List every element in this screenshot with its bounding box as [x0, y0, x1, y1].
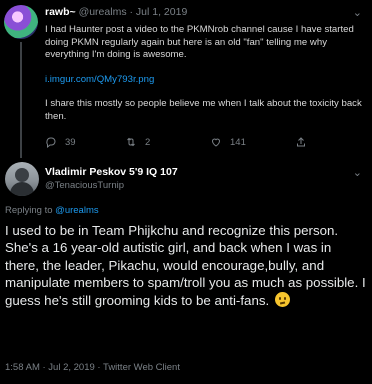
replying-to: Replying to @urealms [5, 205, 99, 216]
display-name[interactable]: Vladimir Peskov 5'9 IQ 107 [45, 166, 178, 178]
tweet-body: I used to be in Team Phijkchu and recogn… [5, 223, 366, 308]
share-button[interactable] [295, 136, 307, 148]
avatar[interactable] [5, 162, 39, 196]
separator: · [129, 6, 134, 18]
share-icon [297, 137, 305, 147]
action-bar: 39 2 141 [45, 136, 345, 150]
replying-to-handle[interactable]: @urealms [55, 205, 98, 216]
tweet-meta[interactable]: 1:58 AM · Jul 2, 2019 · Twitter Web Clie… [5, 362, 180, 373]
retweet-count: 2 [145, 136, 151, 148]
chevron-down-icon[interactable]: ⌄ [353, 6, 362, 19]
parent-tweet[interactable]: rawb~ @urealms · Jul 1, 2019 ⌄ I had Hau… [0, 0, 372, 158]
handle[interactable]: @TenaciousTurnip [45, 180, 124, 191]
like-count: 141 [230, 136, 246, 148]
tweet-paragraph: I had Haunter post a video to the PKMNro… [45, 24, 354, 60]
tweet-header: rawb~ @urealms · Jul 1, 2019 [45, 6, 187, 18]
display-name[interactable]: rawb~ [45, 6, 76, 18]
retweet-icon [127, 137, 135, 147]
reply-count: 39 [65, 136, 76, 148]
confused-face-icon [274, 291, 290, 307]
tweet-link[interactable]: i.imgur.com/QMy793r.png [45, 74, 154, 85]
tweet-text: I had Haunter post a video to the PKMNro… [45, 24, 363, 135]
thread-line [20, 42, 22, 158]
chevron-down-icon[interactable]: ⌄ [353, 166, 362, 179]
heart-icon [211, 138, 221, 147]
replying-prefix: Replying to [5, 205, 56, 216]
like-button[interactable]: 141 [210, 136, 246, 148]
handle[interactable]: @urealms [79, 6, 127, 18]
tweet-date[interactable]: Jul 1, 2019 [136, 6, 187, 18]
reply-icon [46, 137, 56, 148]
tweet-paragraph: I share this mostly so people believe me… [45, 98, 362, 122]
retweet-button[interactable]: 2 [125, 136, 150, 148]
reply-button[interactable]: 39 [45, 136, 76, 148]
tweet-text: I used to be in Team Phijkchu and recogn… [5, 222, 367, 309]
avatar[interactable] [4, 5, 38, 39]
